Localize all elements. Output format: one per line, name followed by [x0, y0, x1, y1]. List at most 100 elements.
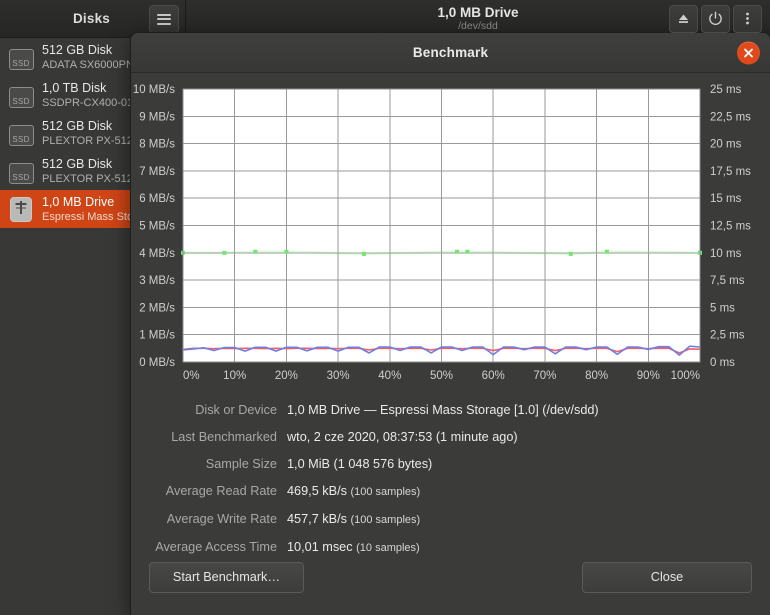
eject-button[interactable] — [669, 4, 698, 33]
device-header: 1,0 MB Drive /dev/sdd — [186, 0, 770, 37]
svg-text:5 ms: 5 ms — [710, 302, 735, 314]
disk-item-model: PLEXTOR PX-512M — [42, 172, 143, 185]
eject-icon — [679, 14, 688, 23]
svg-text:17,5 ms: 17,5 ms — [710, 166, 751, 178]
detail-value: 457,7 kB/s (100 samples) — [287, 506, 420, 534]
screen: Disks 1,0 MB Drive /dev/sdd SSD 512 GB D… — [0, 0, 770, 615]
svg-text:0 ms: 0 ms — [710, 357, 735, 369]
close-dialog-button[interactable]: Close — [582, 562, 752, 593]
disk-item-title: 1,0 TB Disk — [42, 80, 107, 95]
svg-text:1 MB/s: 1 MB/s — [139, 330, 175, 342]
svg-text:7,5 ms: 7,5 ms — [710, 275, 745, 287]
detail-row-average-write-rate: Average Write Rate 457,7 kB/s (100 sampl… — [131, 506, 770, 534]
detail-label: Average Access Time — [155, 540, 277, 554]
detail-value: 10,01 msec (10 samples) — [287, 534, 420, 562]
svg-text:25 ms: 25 ms — [710, 84, 742, 96]
detail-value-main: 457,7 kB/s — [287, 512, 347, 526]
svg-text:0 MB/s: 0 MB/s — [139, 357, 175, 369]
ssd-icon: SSD — [8, 120, 34, 146]
svg-text:40%: 40% — [378, 370, 401, 382]
detail-value-main: 469,5 kB/s — [287, 484, 347, 498]
detail-value-note: (100 samples) — [350, 486, 421, 498]
dialog-body: 0 MB/s 1 MB/s 2 MB/s 3 MB/s 4 MB/s 5 MB/s 6 MB… — [131, 73, 770, 615]
disk-item-text: 512 GB Disk PLEXTOR PX-512M — [42, 119, 142, 148]
disk-item-model: PLEXTOR PX-512M — [42, 134, 143, 147]
detail-label: Disk or Device — [195, 403, 277, 417]
detail-value: wto, 2 cze 2020, 08:37:53 (1 minute ago) — [287, 430, 518, 444]
ssd-icon: SSD — [8, 158, 34, 184]
close-button[interactable] — [737, 41, 760, 64]
ssd-icon: SSD — [8, 44, 34, 70]
disk-item-text: 1,0 MB Drive Espressi Mass Stor — [42, 195, 137, 224]
detail-label: Last Benchmarked — [171, 430, 277, 444]
detail-value-main: 10,01 msec — [287, 540, 353, 554]
disk-item-title: 512 GB Disk — [42, 118, 113, 133]
svg-text:12,5 ms: 12,5 ms — [710, 221, 751, 233]
detail-row-average-read-rate: Average Read Rate 469,5 kB/s (100 sample… — [131, 478, 770, 506]
svg-text:100%: 100% — [671, 370, 700, 382]
svg-text:20 ms: 20 ms — [710, 139, 742, 151]
svg-text:22,5 ms: 22,5 ms — [710, 111, 751, 123]
ssd-icon: SSD — [8, 82, 34, 108]
svg-text:15 ms: 15 ms — [710, 193, 742, 205]
hamburger-icon — [157, 11, 171, 27]
svg-text:10 ms: 10 ms — [710, 248, 742, 260]
svg-text:10 MB/s: 10 MB/s — [133, 84, 175, 96]
svg-text:5 MB/s: 5 MB/s — [139, 221, 175, 233]
svg-text:10%: 10% — [223, 370, 246, 382]
detail-value-note: (100 samples) — [350, 514, 421, 526]
disk-item-title: 1,0 MB Drive — [42, 194, 115, 209]
detail-label: Average Read Rate — [165, 484, 277, 498]
svg-text:2 MB/s: 2 MB/s — [139, 302, 175, 314]
svg-text:70%: 70% — [533, 370, 556, 382]
benchmark-details: Disk or Device 1,0 MB Drive — Espressi M… — [131, 389, 770, 562]
svg-text:8 MB/s: 8 MB/s — [139, 139, 175, 151]
close-icon — [744, 48, 753, 57]
usb-icon — [8, 196, 34, 222]
vertical-dots-icon — [746, 12, 749, 25]
disk-item-model: Espressi Mass Stor — [42, 210, 137, 223]
header-button-group — [669, 4, 770, 33]
disk-item-title: 512 GB Disk — [42, 42, 113, 57]
svg-text:9 MB/s: 9 MB/s — [139, 111, 175, 123]
sidebar-header: Disks — [0, 0, 186, 37]
benchmark-dialog: Benchmark 0 MB/s 1 MB/s 2 MB/s 3 MB/s 4 MB/s… — [131, 33, 770, 615]
benchmark-chart: 0 MB/s 1 MB/s 2 MB/s 3 MB/s 4 MB/s 5 MB/s 6 MB… — [131, 81, 770, 389]
svg-text:6 MB/s: 6 MB/s — [139, 193, 175, 205]
detail-value-note: (10 samples) — [356, 542, 420, 554]
hamburger-menu-button[interactable] — [149, 5, 179, 33]
svg-text:90%: 90% — [637, 370, 660, 382]
detail-value: 1,0 MiB (1 048 576 bytes) — [287, 457, 433, 471]
disk-item-title: 512 GB Disk — [42, 156, 113, 171]
svg-text:20%: 20% — [275, 370, 298, 382]
dialog-header: Benchmark — [131, 33, 770, 73]
disk-badge: SSD — [8, 87, 34, 108]
svg-text:3 MB/s: 3 MB/s — [139, 275, 175, 287]
disk-badge: SSD — [8, 163, 34, 184]
dialog-title: Benchmark — [412, 45, 489, 60]
svg-text:50%: 50% — [430, 370, 453, 382]
detail-label: Sample Size — [205, 457, 277, 471]
detail-row-last-benchmarked: Last Benchmarked wto, 2 cze 2020, 08:37:… — [131, 424, 770, 451]
detail-value: 469,5 kB/s (100 samples) — [287, 478, 420, 506]
disk-item-model: SSDPR-CX400-01T — [42, 96, 140, 109]
svg-text:2,5 ms: 2,5 ms — [710, 330, 745, 342]
svg-text:0%: 0% — [183, 370, 200, 382]
start-benchmark-button[interactable]: Start Benchmark… — [149, 562, 304, 593]
disk-item-model: ADATA SX6000PN — [42, 58, 134, 71]
disk-badge: SSD — [8, 125, 34, 146]
detail-row-disk-or-device: Disk or Device 1,0 MB Drive — Espressi M… — [131, 397, 770, 424]
detail-row-sample-size: Sample Size 1,0 MiB (1 048 576 bytes) — [131, 451, 770, 478]
power-icon — [709, 11, 722, 26]
benchmark-chart-svg: 0 MB/s 1 MB/s 2 MB/s 3 MB/s 4 MB/s 5 MB/s 6 MB… — [133, 84, 751, 382]
disk-item-text: 512 GB Disk PLEXTOR PX-512M — [42, 157, 142, 186]
detail-value: 1,0 MB Drive — Espressi Mass Storage [1.… — [287, 403, 599, 417]
svg-text:4 MB/s: 4 MB/s — [139, 248, 175, 260]
svg-text:60%: 60% — [482, 370, 505, 382]
svg-text:30%: 30% — [327, 370, 350, 382]
power-button[interactable] — [701, 4, 730, 33]
more-menu-button[interactable] — [733, 4, 762, 33]
svg-text:7 MB/s: 7 MB/s — [139, 166, 175, 178]
detail-label: Average Write Rate — [166, 512, 277, 526]
disk-item-text: 1,0 TB Disk SSDPR-CX400-01T — [42, 81, 140, 110]
